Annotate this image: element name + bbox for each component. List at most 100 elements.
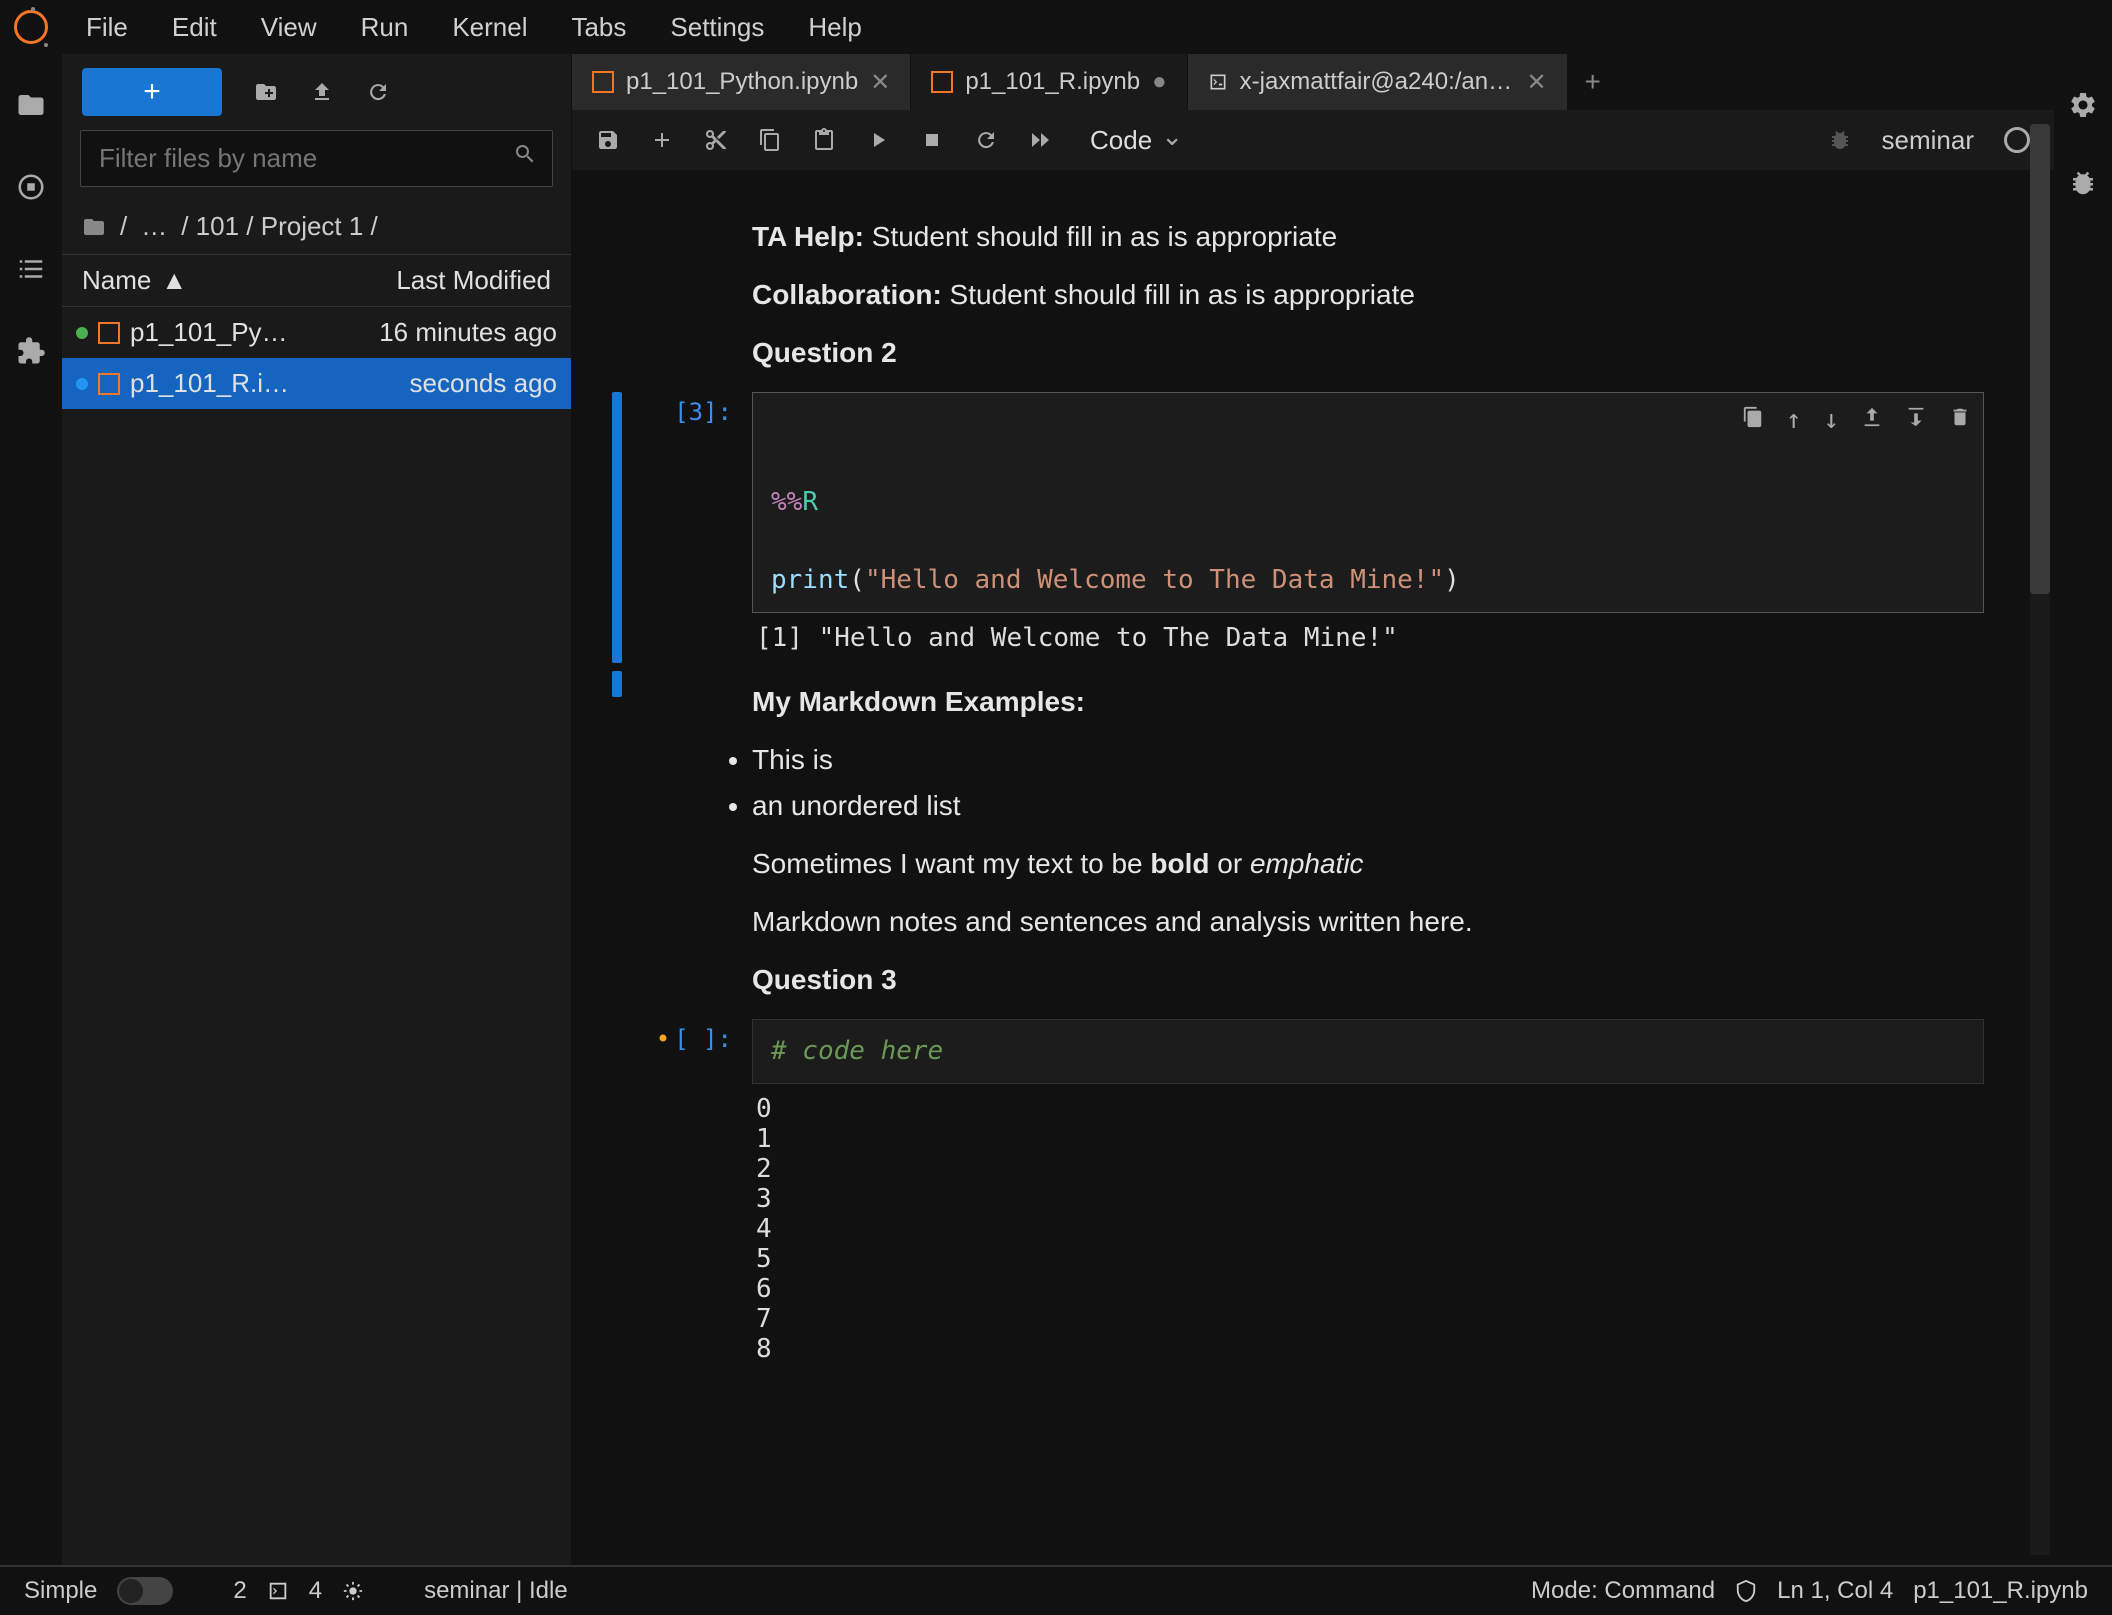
gear-icon[interactable] [2068, 90, 2098, 120]
menu-kernel[interactable]: Kernel [434, 6, 545, 49]
heading-q3: Question 3 [752, 959, 1984, 1001]
copy-icon[interactable] [758, 128, 782, 152]
menu-file[interactable]: File [68, 6, 146, 49]
running-icon[interactable] [16, 172, 46, 202]
menu-edit[interactable]: Edit [154, 6, 235, 49]
list-item: This is [752, 739, 1984, 781]
delete-icon[interactable] [1949, 401, 1971, 440]
cut-icon[interactable] [704, 128, 728, 152]
upload-icon[interactable] [310, 80, 334, 104]
kernel-status[interactable]: seminar | Idle [424, 1577, 568, 1605]
tab-label: p1_101_R.ipynb [965, 68, 1140, 96]
debug-icon[interactable] [2068, 168, 2098, 198]
breadcrumb-ellipsis[interactable]: … [141, 211, 167, 242]
kernel-name[interactable]: seminar [1882, 125, 1974, 156]
terminal-icon [1208, 72, 1228, 92]
new-tab-button[interactable]: + [1568, 66, 1618, 98]
cell-type-select[interactable]: Code [1082, 121, 1189, 159]
file-row[interactable]: p1_101_Py… 16 minutes ago [62, 307, 571, 358]
cell-output: 0 1 2 3 4 5 6 7 8 [752, 1084, 1984, 1374]
close-icon[interactable]: ✕ [870, 68, 890, 97]
menu-settings[interactable]: Settings [652, 6, 782, 49]
bug-icon[interactable] [1828, 128, 1852, 152]
new-folder-icon[interactable] [254, 80, 278, 104]
tab-bar: p1_101_Python.ipynb ✕ p1_101_R.ipynb ● x… [572, 54, 2054, 110]
tab-label: x-jaxmattfair@a240:/anvil/c [1240, 68, 1515, 96]
code-input[interactable]: ↑ ↓ %%R print("Hello and Welcome to The … [752, 392, 1984, 613]
terminals-count[interactable]: 2 [233, 1577, 246, 1605]
breadcrumb-path[interactable]: / 101 / Project 1 / [181, 211, 378, 242]
stop-icon[interactable] [920, 128, 944, 152]
kernel-status-icon[interactable] [2004, 127, 2030, 153]
breadcrumb-root[interactable]: / [120, 211, 127, 242]
move-up-icon[interactable]: ↑ [1786, 401, 1802, 440]
scrollbar-thumb[interactable] [2030, 124, 2050, 594]
file-browser: + / … / 101 / Project 1 / Name ▲ L [62, 54, 572, 1565]
simple-toggle[interactable] [117, 1577, 173, 1605]
simple-label: Simple [24, 1577, 97, 1605]
file-name: p1_101_R.i… [130, 368, 327, 399]
file-modified: seconds ago [337, 368, 557, 399]
column-modified[interactable]: Last Modified [331, 265, 551, 296]
right-bar [2054, 54, 2112, 1565]
code-cell[interactable]: •[ ]: # code here 0 1 2 3 4 5 6 7 8 [752, 1019, 1984, 1374]
cell-prompt: [3]: [622, 398, 732, 426]
status-dot-icon [76, 327, 88, 339]
tab-r[interactable]: p1_101_R.ipynb ● [911, 54, 1187, 110]
extensions-icon[interactable] [16, 336, 46, 366]
notebook-scroll[interactable]: TA Help: Student should fill in as is ap… [572, 170, 2054, 1565]
search-icon[interactable] [513, 142, 537, 166]
dirty-indicator-icon: ● [1152, 68, 1167, 96]
code-cell[interactable]: [3]: ↑ ↓ %%R print("Hello and Welcome to… [752, 392, 1984, 663]
notebook-icon [592, 71, 614, 93]
cursor-position: Ln 1, Col 4 [1777, 1577, 1893, 1605]
ta-help-text: TA Help: Student should fill in as is ap… [752, 216, 1984, 258]
shield-icon[interactable] [1735, 1580, 1757, 1602]
activity-bar [0, 54, 62, 1565]
terminal-icon [267, 1580, 289, 1602]
list-item: an unordered list [752, 785, 1984, 827]
tab-terminal[interactable]: x-jaxmattfair@a240:/anvil/c ✕ [1188, 54, 1568, 110]
refresh-icon[interactable] [366, 80, 390, 104]
md-notes: Markdown notes and sentences and analysi… [752, 901, 1984, 943]
run-all-icon[interactable] [1028, 128, 1052, 152]
duplicate-icon[interactable] [1742, 401, 1764, 440]
insert-below-icon[interactable] [1905, 401, 1927, 440]
file-modified: 16 minutes ago [337, 317, 557, 348]
menu-tabs[interactable]: Tabs [553, 6, 644, 49]
menu-view[interactable]: View [243, 6, 335, 49]
new-launcher-button[interactable]: + [82, 68, 222, 116]
menubar: File Edit View Run Kernel Tabs Settings … [0, 0, 2112, 54]
tab-python[interactable]: p1_101_Python.ipynb ✕ [572, 54, 911, 110]
file-row[interactable]: p1_101_R.i… seconds ago [62, 358, 571, 409]
file-name: p1_101_Py… [130, 317, 327, 348]
cell-toolbar: ↑ ↓ [1742, 401, 1971, 440]
close-icon[interactable]: ✕ [1527, 68, 1547, 97]
heading-mdex: My Markdown Examples: [752, 681, 1984, 723]
menu-run[interactable]: Run [343, 6, 427, 49]
restart-icon[interactable] [974, 128, 998, 152]
move-down-icon[interactable]: ↓ [1823, 401, 1839, 440]
kernels-count[interactable]: 4 [309, 1577, 322, 1605]
insert-above-icon[interactable] [1861, 401, 1883, 440]
sort-asc-icon: ▲ [161, 265, 187, 296]
code-input[interactable]: # code here [752, 1019, 1984, 1084]
md-list: This is an unordered list [752, 739, 1984, 827]
status-bar: Simple 2 4 seminar | Idle Mode: Command … [0, 1565, 2112, 1615]
filter-files-input[interactable] [80, 130, 553, 187]
breadcrumb[interactable]: / … / 101 / Project 1 / [62, 199, 571, 254]
run-icon[interactable] [866, 128, 890, 152]
md-sentence: Sometimes I want my text to be bold or e… [752, 843, 1984, 885]
save-icon[interactable] [596, 128, 620, 152]
notebook-icon [98, 373, 120, 395]
folder-icon[interactable] [16, 90, 46, 120]
cell-prompt: •[ ]: [622, 1025, 732, 1053]
mode-indicator: Mode: Command [1531, 1577, 1715, 1605]
column-name[interactable]: Name ▲ [82, 265, 331, 296]
toc-icon[interactable] [16, 254, 46, 284]
menu-help[interactable]: Help [790, 6, 879, 49]
jupyter-logo-icon [14, 10, 48, 44]
notebook-toolbar: Code seminar [572, 110, 2054, 170]
paste-icon[interactable] [812, 128, 836, 152]
add-cell-icon[interactable] [650, 128, 674, 152]
